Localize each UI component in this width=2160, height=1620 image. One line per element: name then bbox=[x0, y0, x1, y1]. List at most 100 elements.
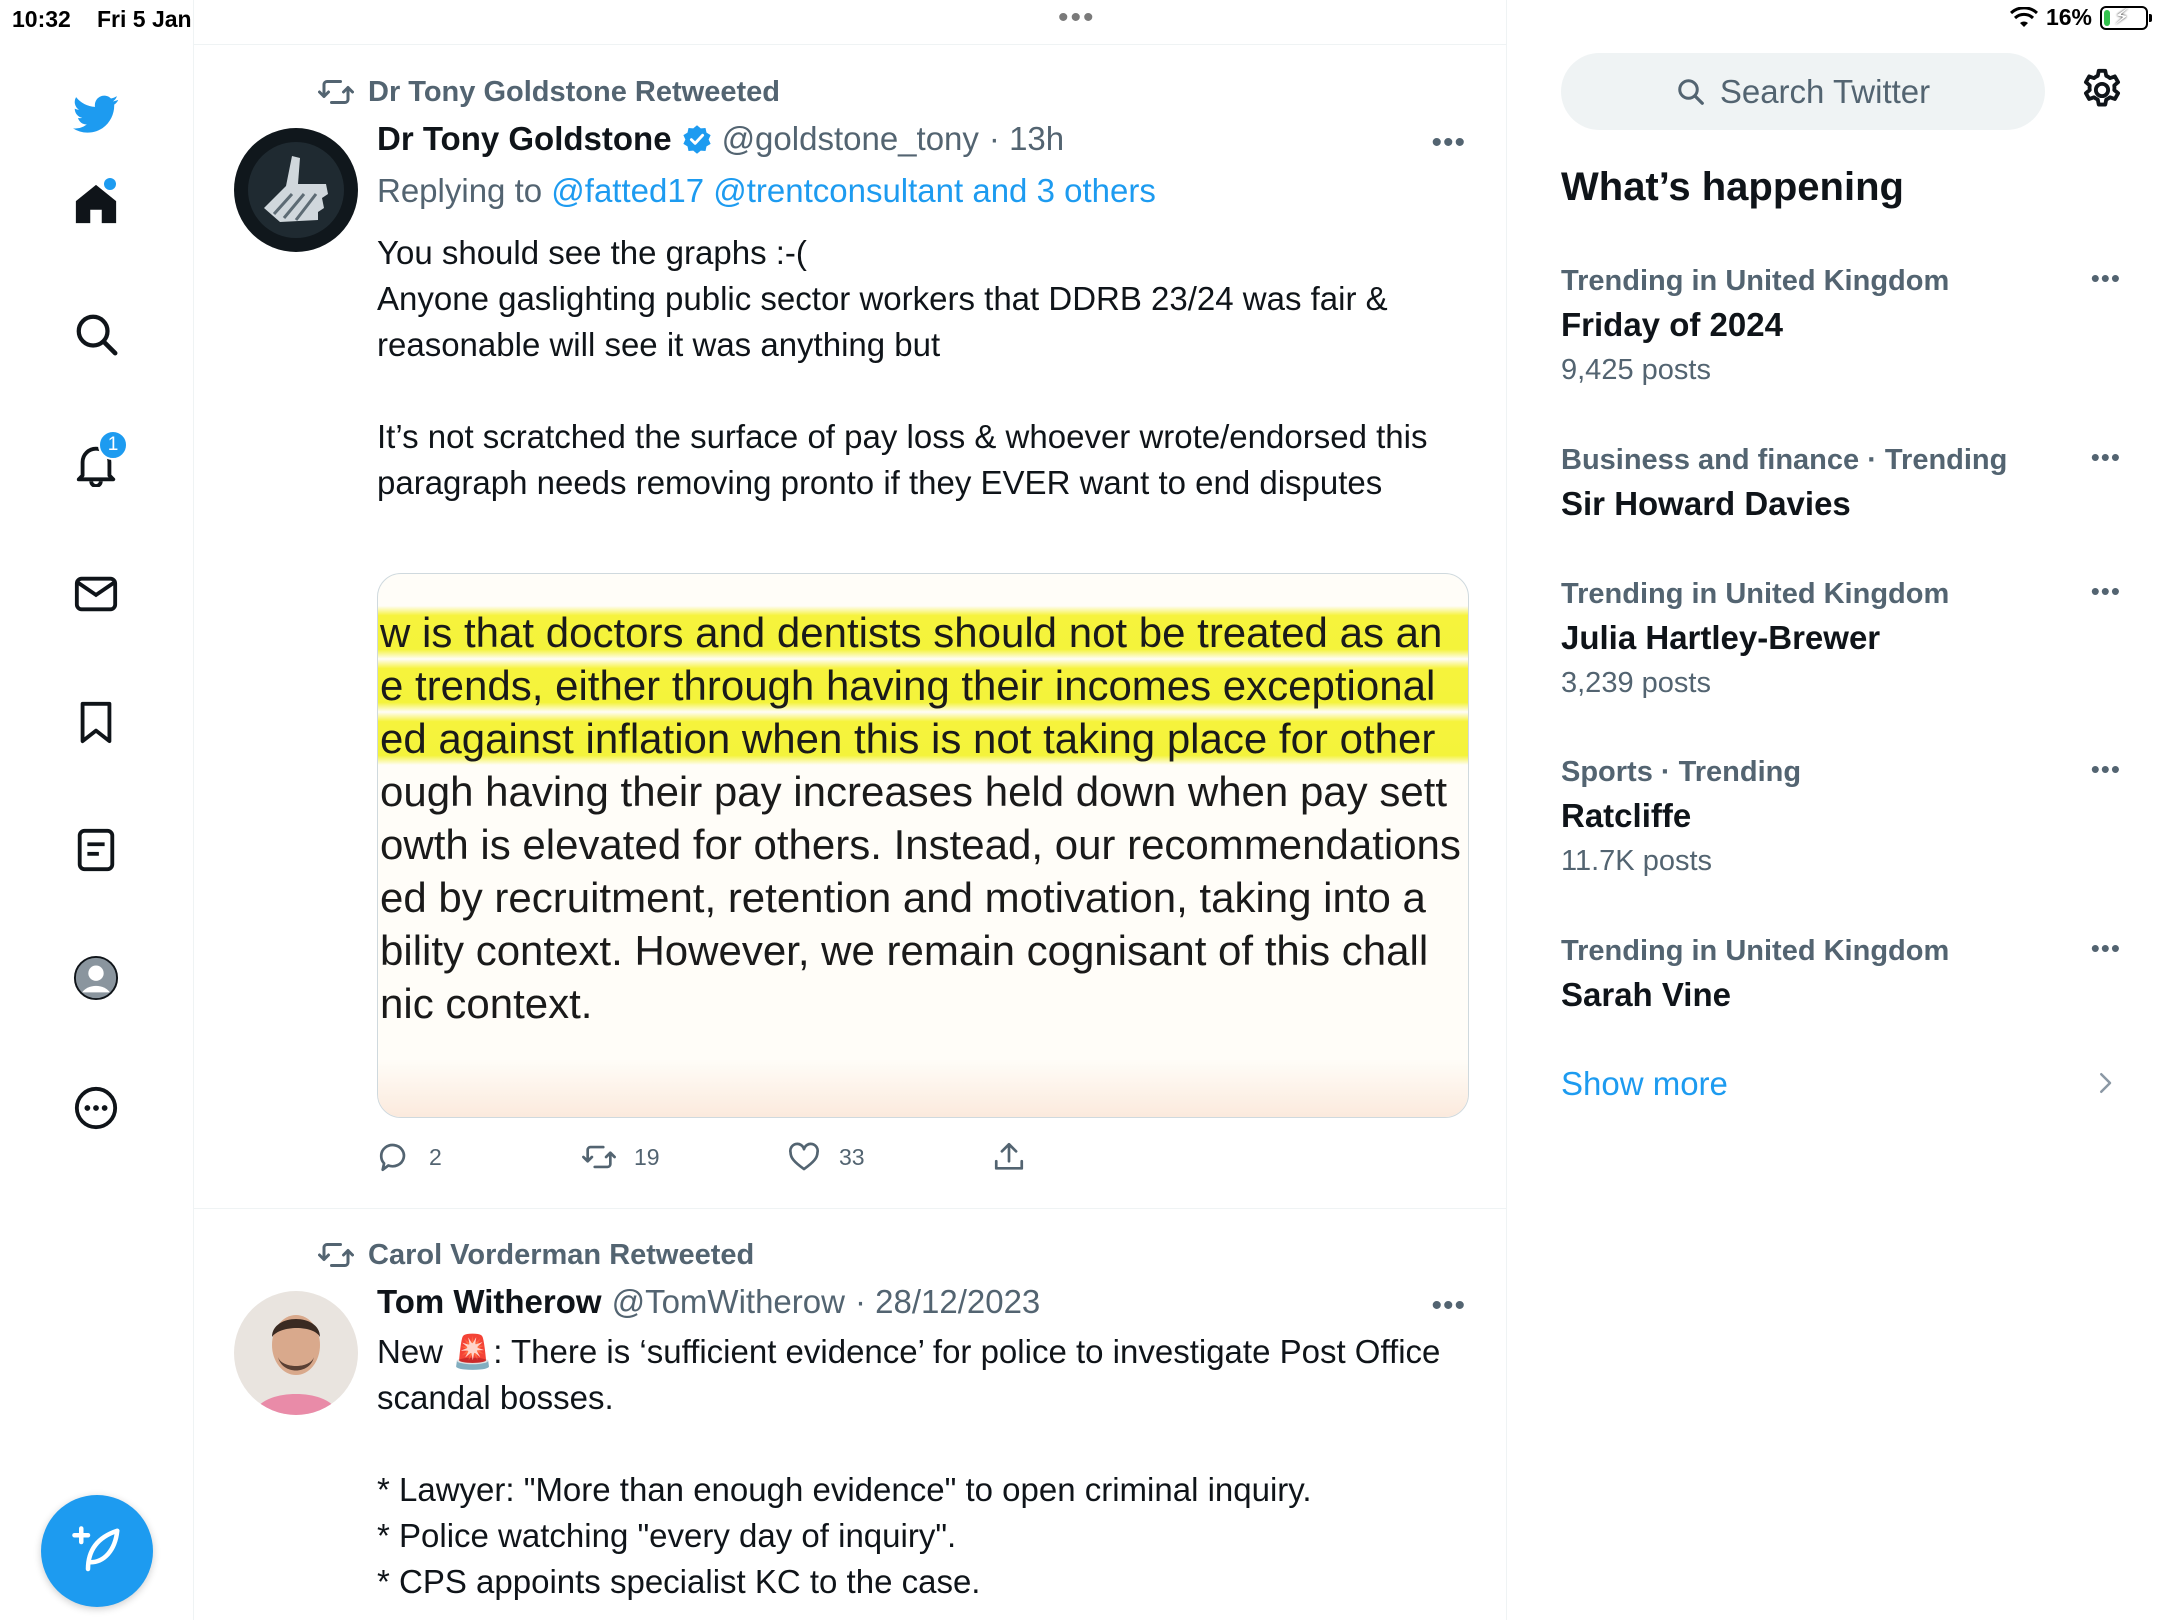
trend-more-button[interactable]: ••• bbox=[2091, 442, 2121, 473]
retweet-count: 19 bbox=[634, 1143, 660, 1170]
media-line: ed against inflation when this is not ta… bbox=[378, 712, 1468, 765]
more-icon[interactable] bbox=[70, 1082, 122, 1134]
retweet-context: Carol Vorderman Retweeted bbox=[318, 1237, 754, 1273]
right-sidebar: Search Twitter What’s happening Trending… bbox=[1560, 0, 2160, 1620]
trend-more-button[interactable]: ••• bbox=[2091, 933, 2121, 964]
trend-more-button[interactable]: ••• bbox=[2091, 576, 2121, 607]
retweet-icon bbox=[318, 1243, 354, 1267]
tweet-more-button[interactable]: ••• bbox=[1431, 1289, 1466, 1323]
trend-item[interactable]: Sports · Trending Ratcliffe 11.7K posts … bbox=[1561, 754, 2121, 878]
twitter-logo-icon[interactable] bbox=[70, 88, 122, 140]
compose-feather-icon bbox=[72, 1526, 120, 1572]
reply-button[interactable]: 2 bbox=[377, 1140, 582, 1174]
replying-to-links[interactable]: @fatted17 @trentconsultant and 3 others bbox=[551, 172, 1156, 209]
media-line: ough having their pay increases held dow… bbox=[380, 768, 1448, 815]
replying-to: Replying to @fatted17 @trentconsultant a… bbox=[377, 172, 1156, 210]
trend-name: Sarah Vine bbox=[1561, 976, 1731, 1013]
media-line: nic context. bbox=[380, 980, 593, 1027]
search-icon bbox=[1678, 78, 1704, 105]
trend-context: Trending in United Kingdom bbox=[1561, 935, 1950, 967]
search-icon[interactable] bbox=[70, 308, 122, 360]
search-placeholder: Search Twitter bbox=[1719, 72, 1931, 110]
trend-context: Sports · Trending bbox=[1561, 756, 1802, 788]
retweet-icon bbox=[582, 1145, 616, 1169]
tweet[interactable]: Dr Tony Goldstone Retweeted Dr Tony Gold… bbox=[194, 0, 1506, 1208]
bookmark-icon[interactable] bbox=[70, 696, 122, 748]
replying-to-prefix: Replying to bbox=[377, 172, 543, 209]
trend-more-button[interactable]: ••• bbox=[2091, 263, 2121, 294]
author-name[interactable]: Tom Witherow bbox=[377, 1283, 602, 1321]
trend-item[interactable]: Business and finance · Trending Sir Howa… bbox=[1561, 442, 2121, 523]
retweeted-by-label[interactable]: Dr Tony Goldstone Retweeted bbox=[368, 76, 780, 109]
share-button[interactable] bbox=[992, 1140, 1197, 1174]
avatar[interactable] bbox=[234, 128, 358, 252]
trend-context: Business and finance · Trending bbox=[1561, 444, 2008, 476]
trend-name: Sir Howard Davies bbox=[1561, 485, 1851, 522]
retweet-icon bbox=[318, 80, 354, 104]
trend-name: Ratcliffe bbox=[1561, 797, 1692, 834]
heart-icon bbox=[789, 1142, 819, 1171]
avatar[interactable] bbox=[234, 1291, 358, 1415]
media-line: w is that doctors and dentists should no… bbox=[378, 606, 1468, 659]
show-more-link[interactable]: Show more bbox=[1561, 1065, 1728, 1103]
search-input[interactable]: Search Twitter bbox=[1561, 53, 2045, 130]
tweet-media-image[interactable]: w is that doctors and dentists should no… bbox=[377, 573, 1469, 1118]
tweet-text-start: New bbox=[377, 1333, 453, 1370]
chevron-right-icon bbox=[2100, 1073, 2112, 1093]
reply-count: 2 bbox=[429, 1143, 442, 1170]
tweet-bullets: * Lawyer: "More than enough evidence" to… bbox=[377, 1471, 1312, 1600]
author-handle[interactable]: @TomWitherow bbox=[612, 1283, 845, 1321]
tweet-text: New 🚨: There is ‘sufficient evidence’ fo… bbox=[377, 1329, 1457, 1421]
settings-gear-icon[interactable] bbox=[2079, 67, 2125, 113]
whats-happening-title: What’s happening bbox=[1561, 165, 1904, 209]
tweet-actions: 2 19 33 bbox=[377, 1140, 1197, 1174]
trend-item[interactable]: Trending in United Kingdom Julia Hartley… bbox=[1561, 576, 2121, 700]
mail-icon[interactable] bbox=[70, 568, 122, 620]
tweet-time[interactable]: · 13h bbox=[989, 120, 1064, 158]
tweet-header: Dr Tony Goldstone @goldstone_tony · 13h bbox=[377, 120, 1064, 158]
bell-icon[interactable]: 1 bbox=[70, 430, 128, 490]
trend-name: Friday of 2024 bbox=[1561, 306, 1783, 343]
lists-icon[interactable] bbox=[70, 824, 122, 876]
home-unread-dot bbox=[104, 178, 116, 190]
media-line: e trends, either through having their in… bbox=[378, 659, 1468, 712]
retweet-button[interactable]: 19 bbox=[582, 1140, 787, 1174]
trend-post-count: 9,425 posts bbox=[1561, 354, 1711, 386]
tweet[interactable]: Carol Vorderman Retweeted Tom Witherow @… bbox=[194, 1209, 1506, 1620]
media-text-excerpt: w is that doctors and dentists should no… bbox=[378, 606, 1468, 1030]
status-date: Fri 5 Jan bbox=[97, 6, 192, 32]
trend-post-count: 3,239 posts bbox=[1561, 667, 1711, 699]
siren-emoji: 🚨 bbox=[452, 1333, 494, 1370]
like-count: 33 bbox=[839, 1143, 865, 1170]
trend-item[interactable]: Trending in United Kingdom Sarah Vine ••… bbox=[1561, 933, 2121, 1014]
tweet-header: Tom Witherow @TomWitherow · 28/12/2023 bbox=[377, 1283, 1040, 1321]
left-nav: 1 bbox=[0, 40, 193, 1620]
reply-icon bbox=[379, 1143, 406, 1172]
tweet-text: You should see the graphs :-( Anyone gas… bbox=[377, 234, 1428, 501]
status-time: 10:32 bbox=[12, 6, 71, 32]
share-icon bbox=[994, 1142, 1024, 1170]
tweet-time[interactable]: · 28/12/2023 bbox=[855, 1283, 1040, 1321]
profile-icon[interactable] bbox=[70, 952, 122, 1004]
like-button[interactable]: 33 bbox=[787, 1140, 992, 1174]
author-name[interactable]: Dr Tony Goldstone bbox=[377, 120, 672, 158]
trend-context: Trending in United Kingdom bbox=[1561, 578, 1950, 610]
tweet-more-button[interactable]: ••• bbox=[1431, 126, 1466, 160]
notifications-badge: 1 bbox=[98, 430, 128, 460]
home-icon[interactable] bbox=[70, 178, 122, 230]
author-handle[interactable]: @goldstone_tony bbox=[722, 120, 979, 158]
media-line: bility context. However, we remain cogni… bbox=[380, 927, 1429, 974]
retweeted-by-label[interactable]: Carol Vorderman Retweeted bbox=[368, 1239, 754, 1272]
trend-context: Trending in United Kingdom bbox=[1561, 265, 1950, 297]
media-line: ed by recruitment, retention and motivat… bbox=[380, 874, 1426, 921]
trend-name: Julia Hartley-Brewer bbox=[1561, 619, 1881, 656]
media-line: owth is elevated for others. Instead, ou… bbox=[380, 821, 1461, 868]
media-bottom-shade bbox=[378, 1059, 1468, 1117]
verified-badge-icon bbox=[682, 125, 711, 154]
trend-post-count: 11.7K posts bbox=[1561, 845, 1713, 877]
compose-tweet-button[interactable] bbox=[41, 1495, 153, 1607]
trend-more-button[interactable]: ••• bbox=[2091, 754, 2121, 785]
timeline: Dr Tony Goldstone Retweeted Dr Tony Gold… bbox=[193, 0, 1507, 1620]
trend-item[interactable]: Trending in United Kingdom Friday of 202… bbox=[1561, 263, 2121, 387]
tweet-text-rest: : There is ‘sufficient evidence’ for pol… bbox=[377, 1333, 1450, 1416]
